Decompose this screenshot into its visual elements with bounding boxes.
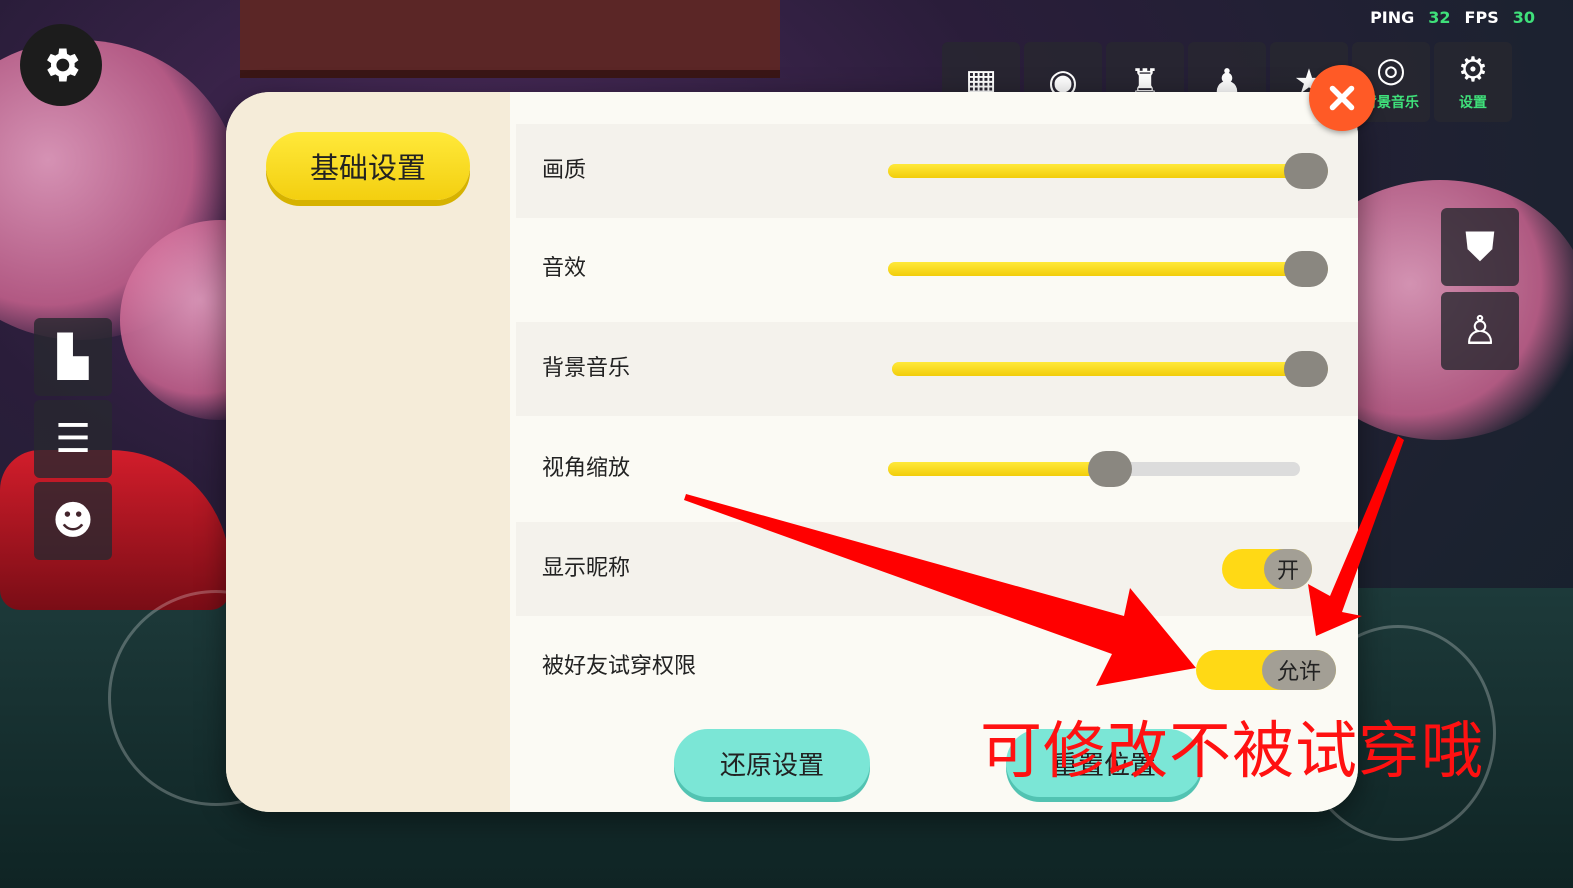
category-basic-settings[interactable]: 基础设置 xyxy=(266,132,470,200)
toggle-state: 允许 xyxy=(1262,650,1336,690)
setting-label: 背景音乐 xyxy=(542,356,631,381)
slider-fill xyxy=(892,362,1328,376)
music-disc-icon: ◎ xyxy=(1376,50,1406,90)
slider-knob[interactable] xyxy=(1088,451,1133,487)
category-sidebar xyxy=(226,92,510,812)
setting-row-camera-zoom: 视角缩放 xyxy=(516,422,1358,516)
chat-icon: ☰ xyxy=(55,416,91,462)
annotation-text: 可修改不被试穿哦 xyxy=(980,714,1485,787)
main-settings-button[interactable] xyxy=(20,24,102,106)
restore-settings-button[interactable]: 还原设置 xyxy=(674,729,870,797)
close-button[interactable] xyxy=(1309,65,1375,131)
setting-row-quality: 画质 xyxy=(516,124,1358,218)
setting-row-show-nickname: 显示昵称 开 xyxy=(516,522,1358,616)
leaderboard-icon: ▙ xyxy=(57,334,89,380)
performance-hud: PING 32 FPS 30 xyxy=(1370,8,1535,27)
toolbar-settings-label: 设置 xyxy=(1459,95,1487,111)
emote-button[interactable]: ☻ xyxy=(34,482,112,560)
leaderboard-button[interactable]: ▙ xyxy=(34,318,112,396)
chat-button[interactable]: ☰ xyxy=(34,400,112,478)
gear-icon: ⚙ xyxy=(1457,50,1489,90)
quality-slider[interactable] xyxy=(888,153,1328,189)
backpack-icon: ⛊ xyxy=(1465,224,1495,270)
toggle-state: 开 xyxy=(1264,549,1312,589)
toolbar-settings[interactable]: ⚙ 设置 xyxy=(1434,42,1512,122)
setting-label: 被好友试穿权限 xyxy=(542,654,697,679)
nickname-toggle[interactable]: 开 xyxy=(1222,549,1312,589)
slider-knob[interactable] xyxy=(1284,351,1329,387)
slider-knob[interactable] xyxy=(1284,251,1328,287)
setting-label: 音效 xyxy=(542,256,587,281)
smile-icon: ☻ xyxy=(52,498,94,544)
slider-fill xyxy=(888,262,1328,276)
setting-label: 显示昵称 xyxy=(542,556,631,581)
character-button[interactable]: ♙ xyxy=(1441,292,1519,370)
backpack-button[interactable]: ⛊ xyxy=(1441,208,1519,286)
building-roof xyxy=(240,0,780,78)
close-icon xyxy=(1329,85,1355,111)
gear-icon xyxy=(47,48,79,82)
fps-label: FPS xyxy=(1464,8,1499,27)
left-side-menu: ▙ ☰ ☻ xyxy=(34,318,112,560)
ping-label: PING xyxy=(1370,8,1415,27)
person-icon: ♙ xyxy=(1462,308,1498,354)
slider-fill xyxy=(888,462,1111,476)
music-slider[interactable] xyxy=(892,351,1329,387)
setting-label: 画质 xyxy=(542,158,587,183)
slider-fill xyxy=(888,164,1328,178)
setting-row-sound: 音效 xyxy=(516,222,1358,316)
fps-value: 30 xyxy=(1512,8,1535,27)
zoom-slider[interactable] xyxy=(888,451,1300,487)
setting-row-music: 背景音乐 xyxy=(516,322,1358,416)
try-on-permission-toggle[interactable]: 允许 xyxy=(1196,650,1336,690)
setting-label: 视角缩放 xyxy=(542,456,631,481)
slider-knob[interactable] xyxy=(1284,153,1328,189)
ping-value: 32 xyxy=(1428,8,1451,27)
sound-slider[interactable] xyxy=(888,251,1328,287)
right-side-menu: ⛊ ♙ xyxy=(1441,208,1519,370)
